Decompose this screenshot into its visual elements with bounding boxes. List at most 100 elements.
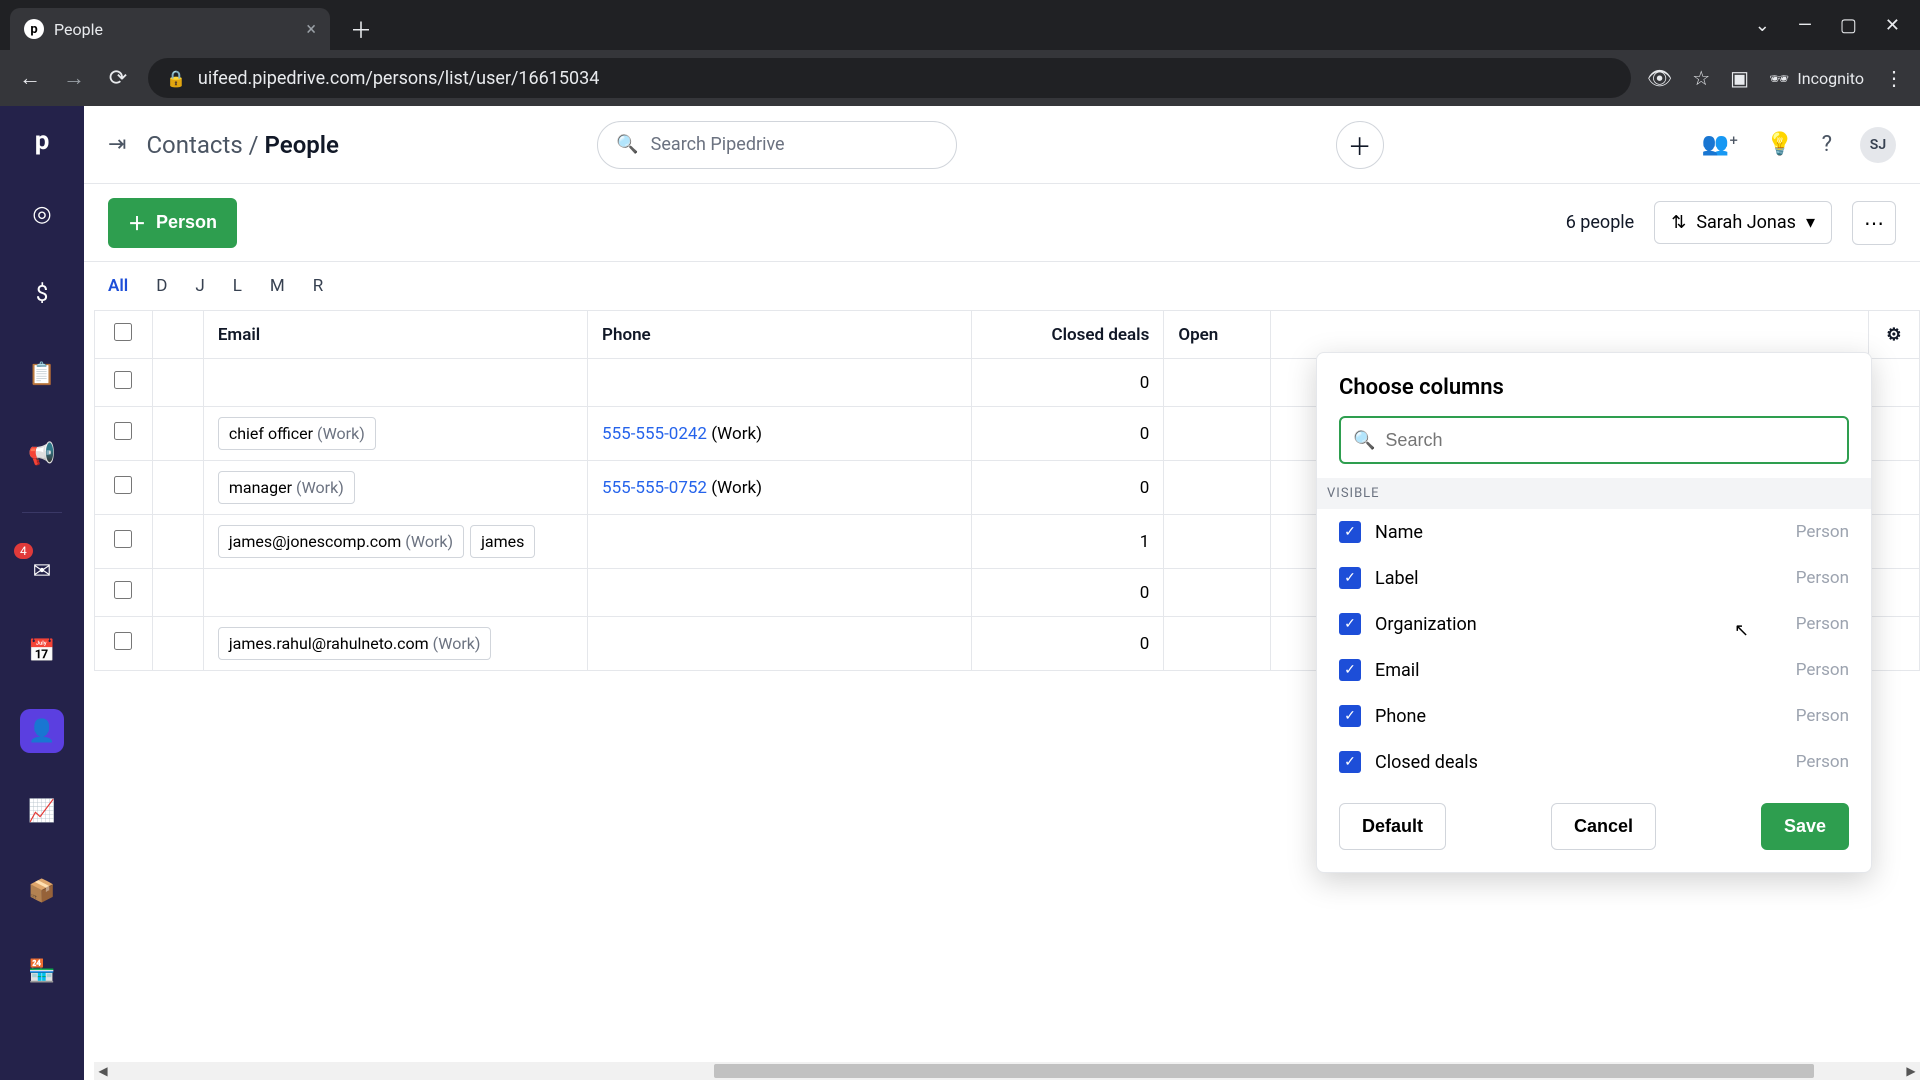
- select-all-checkbox[interactable]: [114, 323, 132, 341]
- address-bar[interactable]: 🔒 uifeed.pipedrive.com/persons/list/user…: [148, 58, 1631, 98]
- email-pill[interactable]: james: [470, 525, 535, 558]
- column-option[interactable]: ✓PhonePerson: [1317, 693, 1871, 739]
- email-pill[interactable]: chief officer (Work): [218, 417, 376, 450]
- col-closed[interactable]: Closed deals: [972, 311, 1164, 359]
- avatar[interactable]: SJ: [1860, 127, 1896, 163]
- close-tab-icon[interactable]: ×: [306, 19, 316, 40]
- sidebar-item-mail[interactable]: ✉4: [20, 549, 64, 593]
- more-actions-button[interactable]: ⋯: [1852, 201, 1896, 245]
- sidebar-item-focus[interactable]: ◎: [20, 192, 64, 236]
- sidebar-item-contacts[interactable]: 👤: [20, 709, 64, 753]
- quick-add-button[interactable]: ＋: [1336, 121, 1384, 169]
- breadcrumb-parent[interactable]: Contacts: [146, 131, 242, 159]
- add-person-button[interactable]: ＋ Person: [108, 198, 237, 248]
- column-checkbox[interactable]: ✓: [1339, 567, 1361, 589]
- letter-j[interactable]: J: [195, 276, 204, 296]
- reload-icon[interactable]: ⟳: [104, 66, 132, 91]
- sidebar-item-insights[interactable]: 📈: [20, 789, 64, 833]
- column-label: Organization: [1375, 614, 1477, 635]
- column-option[interactable]: ✓EmailPerson: [1317, 647, 1871, 693]
- column-checkbox[interactable]: ✓: [1339, 613, 1361, 635]
- column-category: Person: [1796, 706, 1849, 726]
- incognito-label: Incognito: [1797, 69, 1864, 88]
- columns-settings-button[interactable]: ⚙: [1868, 311, 1919, 359]
- row-checkbox[interactable]: [114, 581, 132, 599]
- email-pill[interactable]: james@jonescomp.com (Work): [218, 525, 464, 558]
- scroll-right-icon[interactable]: ▶: [1902, 1062, 1920, 1080]
- column-checkbox[interactable]: ✓: [1339, 659, 1361, 681]
- column-option[interactable]: ✓NamePerson: [1317, 509, 1871, 555]
- new-tab-icon[interactable]: ＋: [350, 13, 372, 45]
- column-search-field[interactable]: [1385, 430, 1835, 451]
- column-option[interactable]: ✓ Label Person: [1317, 555, 1871, 601]
- logo-icon[interactable]: p: [35, 126, 50, 156]
- phone-link[interactable]: 555-555-0242: [602, 424, 707, 444]
- browser-tab[interactable]: p People ×: [10, 8, 330, 50]
- column-checkbox[interactable]: ✓: [1339, 705, 1361, 727]
- row-checkbox[interactable]: [114, 371, 132, 389]
- phone-link[interactable]: 555-555-0752: [602, 478, 707, 498]
- letter-l[interactable]: L: [233, 276, 242, 296]
- close-window-icon[interactable]: ✕: [1885, 15, 1900, 36]
- search-input[interactable]: 🔍 Search Pipedrive: [597, 121, 957, 169]
- owner-filter-label: Sarah Jonas: [1696, 212, 1796, 233]
- minimize-icon[interactable]: ―: [1798, 15, 1812, 36]
- letter-r[interactable]: R: [313, 276, 323, 296]
- email-pill[interactable]: james.rahul@rahulneto.com (Work): [218, 627, 492, 660]
- select-all-header[interactable]: [95, 311, 153, 359]
- sidebar-item-activities[interactable]: 📋: [20, 352, 64, 396]
- column-category: Person: [1796, 568, 1849, 588]
- popover-title: Choose columns: [1339, 375, 1849, 400]
- browser-menu-icon[interactable]: ⋮: [1884, 66, 1904, 90]
- sidebar-item-products[interactable]: 📦: [20, 869, 64, 913]
- breadcrumb: Contacts / People: [146, 131, 338, 159]
- sidebar-item-deals[interactable]: $: [20, 272, 64, 316]
- letter-m[interactable]: M: [270, 276, 285, 296]
- col-open[interactable]: Open: [1164, 311, 1271, 359]
- bookmark-icon[interactable]: ☆: [1692, 66, 1710, 90]
- cell-email: james@jonescomp.com (Work)james: [203, 515, 587, 569]
- scroll-left-icon[interactable]: ◀: [94, 1062, 112, 1080]
- owner-filter[interactable]: ⇅ Sarah Jonas ▾: [1654, 201, 1832, 244]
- col-phone[interactable]: Phone: [588, 311, 972, 359]
- eye-off-icon[interactable]: 👁: [1647, 66, 1672, 90]
- default-button[interactable]: Default: [1339, 803, 1446, 850]
- scroll-thumb[interactable]: [714, 1064, 1814, 1078]
- column-label: Label: [1375, 568, 1419, 589]
- col-email[interactable]: Email: [203, 311, 587, 359]
- cell-phone: [588, 515, 972, 569]
- back-icon[interactable]: ←: [16, 65, 44, 91]
- search-icon: 🔍: [616, 134, 638, 155]
- sidebar-item-calendar[interactable]: 📅: [20, 629, 64, 673]
- assistant-icon[interactable]: 💡: [1766, 132, 1793, 157]
- cancel-button[interactable]: Cancel: [1551, 803, 1656, 850]
- help-icon[interactable]: ?: [1822, 132, 1832, 157]
- sidebar-item-campaigns[interactable]: 📢: [20, 432, 64, 476]
- horizontal-scrollbar[interactable]: ◀ ▶: [94, 1062, 1920, 1080]
- letter-all[interactable]: All: [108, 276, 128, 296]
- maximize-icon[interactable]: ▢: [1840, 15, 1857, 36]
- save-button[interactable]: Save: [1761, 803, 1849, 850]
- sidebar-item-marketplace[interactable]: 🏪: [20, 949, 64, 993]
- cell-email: manager (Work): [203, 461, 587, 515]
- column-checkbox[interactable]: ✓: [1339, 751, 1361, 773]
- extensions-icon[interactable]: ▣: [1730, 66, 1749, 90]
- row-checkbox[interactable]: [114, 422, 132, 440]
- row-checkbox[interactable]: [114, 632, 132, 650]
- letter-d[interactable]: D: [156, 276, 167, 296]
- row-checkbox[interactable]: [114, 476, 132, 494]
- search-placeholder: Search Pipedrive: [651, 134, 785, 155]
- invite-icon[interactable]: 👥⁺: [1702, 132, 1738, 157]
- column-option[interactable]: ✓Closed dealsPerson: [1317, 739, 1871, 785]
- tabs-dropdown-icon[interactable]: ⌄: [1755, 15, 1770, 36]
- cell-closed: 0: [972, 359, 1164, 407]
- row-checkbox[interactable]: [114, 530, 132, 548]
- column-search-input[interactable]: 🔍: [1339, 416, 1849, 464]
- forward-icon[interactable]: →: [60, 65, 88, 91]
- plus-icon: ＋: [128, 210, 146, 236]
- collapse-nav-icon[interactable]: ⇥: [108, 132, 126, 157]
- column-option[interactable]: ✓OrganizationPerson: [1317, 601, 1871, 647]
- cell-email: [203, 569, 587, 617]
- email-pill[interactable]: manager (Work): [218, 471, 355, 504]
- column-checkbox[interactable]: ✓: [1339, 521, 1361, 543]
